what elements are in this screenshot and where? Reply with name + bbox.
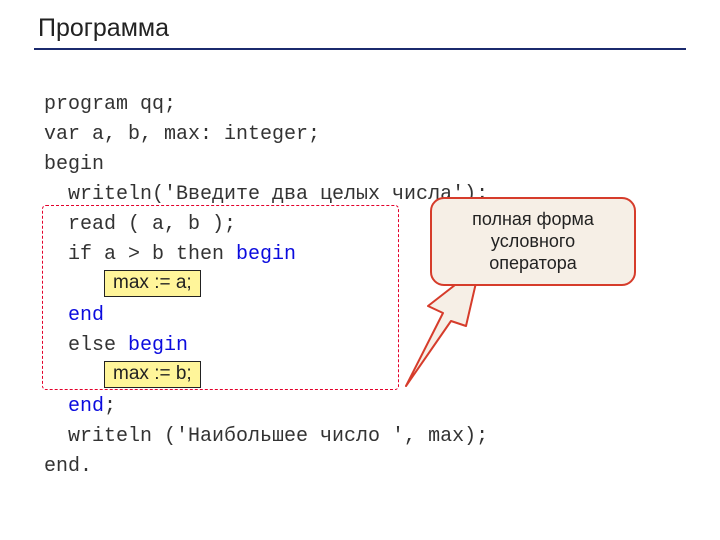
keyword-end: end	[68, 395, 104, 418]
callout-line: оператора	[438, 252, 628, 274]
code-line: writeln('Введите два целых числа');	[44, 183, 488, 206]
callout-bubble: полная форма условного оператора	[430, 197, 636, 286]
code-line: writeln ('Наибольшее число ', max);	[44, 425, 488, 448]
code-line: if a > b then begin	[44, 243, 296, 266]
highlight-max-b: max := b;	[104, 361, 201, 388]
code-line: max := a;	[44, 274, 201, 297]
callout-line: условного	[438, 230, 628, 252]
code-line: read ( a, b );	[44, 213, 236, 236]
keyword-end: end	[68, 304, 104, 327]
highlight-max-a: max := a;	[104, 270, 201, 297]
code-line: else begin	[44, 334, 188, 357]
callout-tail-icon	[388, 271, 498, 391]
title-underline	[34, 48, 686, 50]
code-line: program qq;	[44, 93, 176, 116]
code-line: end	[44, 304, 104, 327]
keyword-begin: begin	[236, 243, 296, 266]
page-title: Программа	[38, 14, 169, 43]
code-line: end.	[44, 455, 92, 478]
keyword-begin: begin	[128, 334, 188, 357]
code-line: end;	[44, 395, 116, 418]
code-line: max := b;	[44, 365, 201, 388]
code-line: var a, b, max: integer;	[44, 123, 320, 146]
code-line: begin	[44, 153, 104, 176]
callout-line: полная форма	[438, 208, 628, 230]
